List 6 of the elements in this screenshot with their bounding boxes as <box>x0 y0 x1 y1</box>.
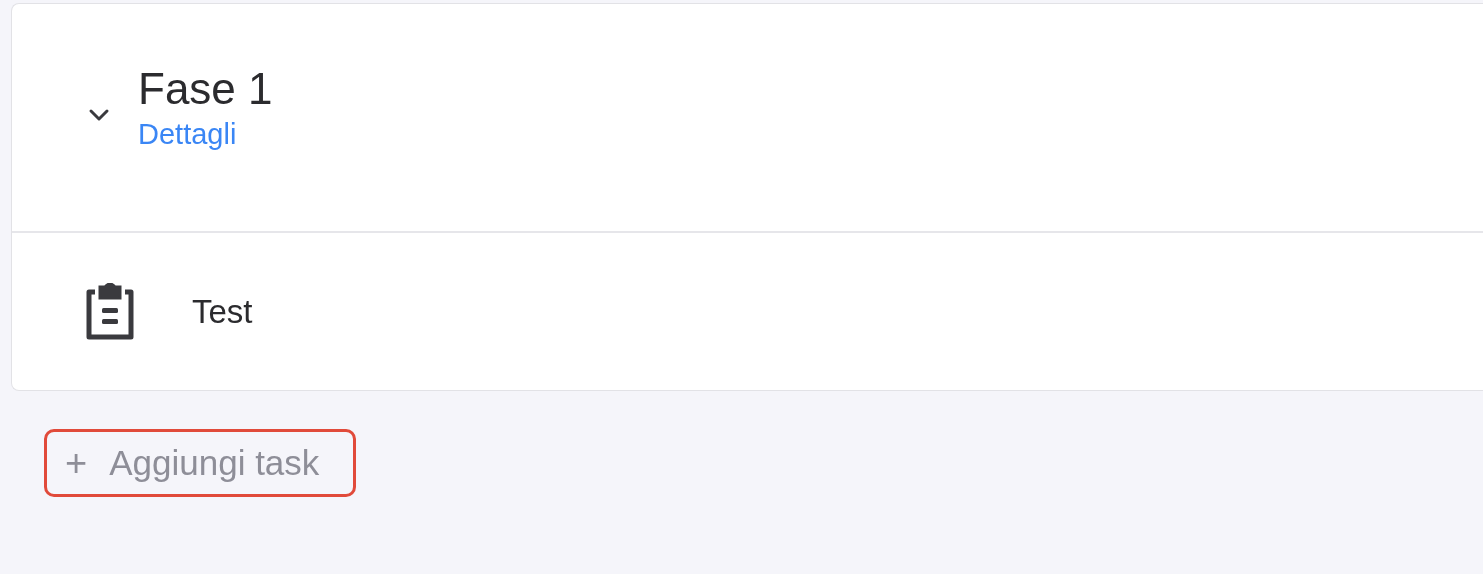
task-name[interactable]: Test <box>192 292 253 331</box>
plus-icon: + <box>65 441 88 485</box>
details-link[interactable]: Dettagli <box>138 116 237 152</box>
phase-title: Fase 1 <box>138 63 273 115</box>
chevron-icon[interactable] <box>88 108 110 122</box>
add-task-button[interactable]: + Aggiungi task <box>44 429 357 497</box>
